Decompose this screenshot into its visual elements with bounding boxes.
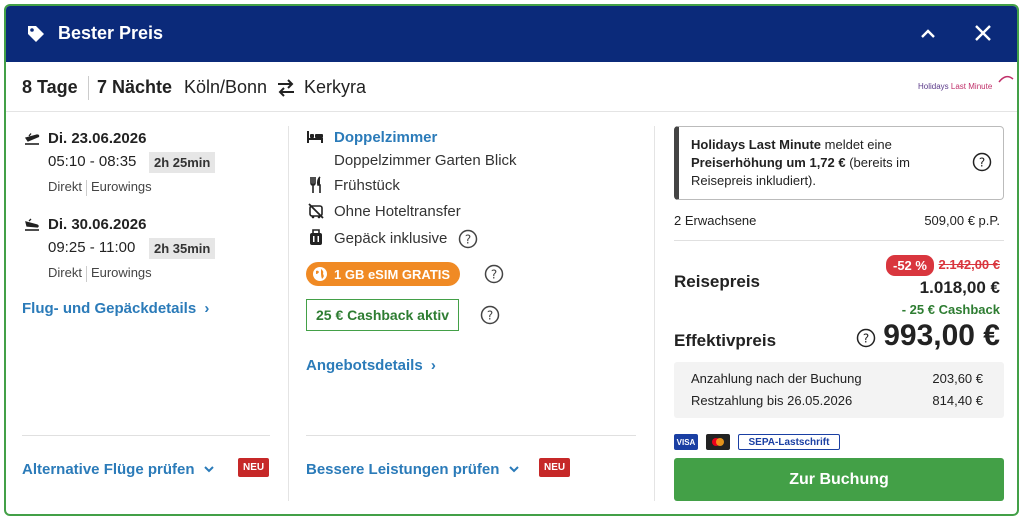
tag-icon (28, 26, 44, 42)
logo-swoosh-icon (998, 75, 1014, 83)
old-price: 2.142,00 € (938, 257, 1000, 272)
better-services-link[interactable]: Bessere Leistungen prüfen (306, 461, 520, 478)
flight-details-link[interactable]: Flug- und Gepäckdetails › (22, 300, 209, 317)
visa-icon: VISA (674, 434, 698, 450)
no-transfer-icon (308, 203, 324, 219)
svg-text:?: ? (487, 309, 493, 323)
header-title: Bester Preis (58, 23, 164, 43)
globe-icon (313, 267, 327, 281)
bed-icon (307, 131, 323, 143)
card-header: Bester Preis (6, 6, 1017, 62)
new-badge: NEU (238, 458, 270, 477)
deposit-label: Anzahlung nach der Buchung (691, 371, 862, 386)
return-date: Di. 30.06.2026 (48, 216, 147, 233)
trip-summary: 8 Tage 7 Nächte Köln/Bonn Kerkyra Holida… (6, 62, 1017, 112)
luggage-icon (310, 229, 322, 245)
chevron-up-icon[interactable] (918, 24, 938, 44)
travellers-count: 2 Erwachsene (674, 213, 757, 228)
divider (306, 435, 636, 436)
price-per-person: 509,00 € p.P. (924, 213, 1000, 228)
offer-details-link[interactable]: Angebotsdetails › (306, 357, 436, 374)
new-badge: NEU (539, 458, 571, 477)
svg-text:?: ? (465, 233, 471, 247)
help-icon[interactable]: ? (458, 229, 478, 249)
operator-logo: Holidays Last Minute (918, 75, 1014, 91)
origin-airport: Köln/Bonn (184, 77, 268, 97)
reisepreis-value: 1.018,00 € (919, 278, 1000, 297)
rest-value: 814,40 € (932, 393, 983, 408)
trip-days: 8 Tage (22, 77, 78, 97)
svg-text:?: ? (863, 332, 869, 346)
outbound-date: Di. 23.06.2026 (48, 130, 147, 147)
esim-badge: 1 GB eSIM GRATIS (306, 262, 461, 286)
divider (674, 240, 1004, 241)
cutlery-icon (310, 176, 321, 193)
svg-text:?: ? (979, 156, 985, 170)
help-icon[interactable]: ? (972, 152, 992, 172)
cashback-deduction: - 25 € Cashback (901, 302, 1000, 317)
return-duration: 2h 35min (149, 238, 216, 259)
close-icon[interactable] (972, 22, 994, 44)
transfer-info: Ohne Hoteltransfer (334, 203, 461, 220)
chevron-down-icon (508, 466, 519, 473)
outbound-time: 05:10 - 08:35 (48, 153, 137, 170)
room-type[interactable]: Doppelzimmer (334, 129, 437, 146)
mastercard-icon (706, 434, 730, 450)
svg-text:?: ? (491, 268, 497, 282)
price-increase-notice: Holidays Last Minute meldet eine Preiser… (674, 126, 1004, 200)
destination-airport: Kerkyra (304, 77, 367, 97)
book-button[interactable]: Zur Buchung (674, 458, 1004, 501)
chevron-right-icon: › (430, 357, 436, 374)
rest-label: Restzahlung bis 26.05.2026 (691, 393, 853, 408)
round-trip-icon (278, 79, 294, 97)
alternative-flights-link[interactable]: Alternative Flüge prüfen (22, 461, 215, 478)
help-icon[interactable]: ? (484, 264, 504, 284)
help-icon[interactable]: ? (856, 328, 876, 348)
board-type: Frühstück (334, 177, 400, 194)
deposit-value: 203,60 € (932, 371, 983, 386)
sepa-icon: SEPA-Lastschrift (738, 434, 840, 450)
divider (22, 435, 270, 436)
cashback-badge: 25 € Cashback aktiv (306, 299, 460, 331)
effektivpreis-value: 993,00 € (883, 319, 1000, 352)
departure-icon (24, 133, 40, 145)
column-divider (654, 126, 655, 501)
effektivpreis-label: Effektivpreis (674, 331, 777, 350)
outbound-meta: Direkt Eurowings (48, 179, 152, 196)
trip-nights: 7 Nächte (97, 77, 173, 97)
discount-badge: -52 % (886, 255, 934, 276)
room-detail: Doppelzimmer Garten Blick (334, 152, 517, 169)
arrival-icon (25, 218, 39, 231)
return-meta: Direkt Eurowings (48, 265, 152, 282)
chevron-right-icon: › (204, 300, 210, 317)
chevron-down-icon (203, 466, 214, 473)
best-price-card: Bester Preis 8 Tage 7 Nächte Köln/Bonn K… (4, 4, 1019, 516)
divider (88, 76, 89, 100)
column-divider (288, 126, 289, 501)
luggage-info: Gepäck inklusive (334, 230, 448, 247)
outbound-duration: 2h 25min (149, 152, 216, 173)
help-icon[interactable]: ? (480, 305, 500, 325)
return-time: 09:25 - 11:00 (48, 239, 136, 256)
reisepreis-label: Reisepreis (674, 272, 760, 291)
